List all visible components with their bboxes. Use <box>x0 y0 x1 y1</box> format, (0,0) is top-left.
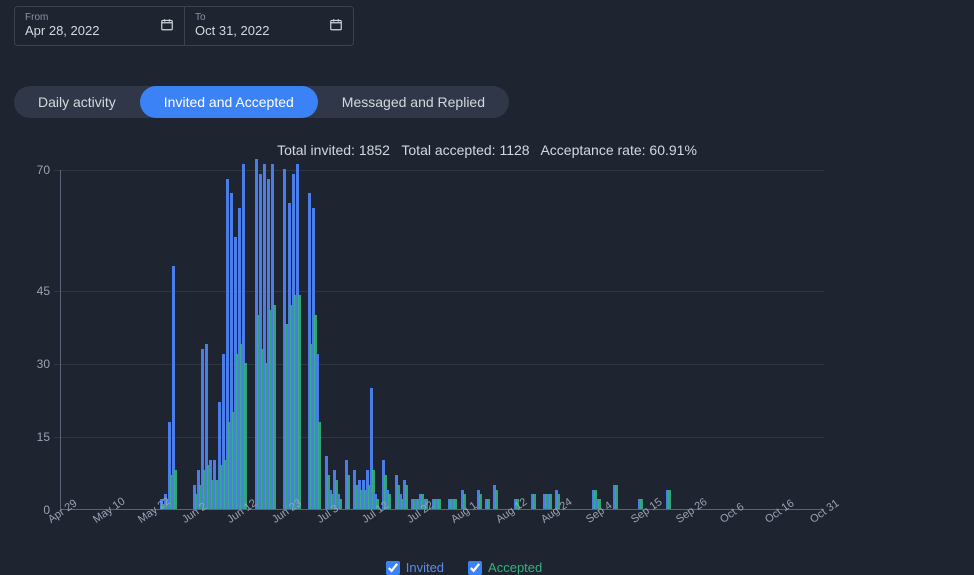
legend-accepted-label: Accepted <box>488 560 542 575</box>
plot-area <box>60 170 822 510</box>
total-accepted-value: 1128 <box>499 142 529 158</box>
legend-accepted-checkbox[interactable] <box>468 561 482 575</box>
y-tick: 30 <box>37 357 50 371</box>
date-range: From Apr 28, 2022 To Oct 31, 2022 <box>0 0 974 52</box>
y-tick: 70 <box>37 163 50 177</box>
x-axis: Apr 29May 10May 22Jun 2Jun 12Jun 23Jul 3… <box>60 512 822 552</box>
bar-accepted <box>347 475 350 509</box>
bar-accepted <box>273 305 276 509</box>
tab-daily-activity[interactable]: Daily activity <box>14 86 140 118</box>
date-to-field[interactable]: To Oct 31, 2022 <box>184 6 354 46</box>
acceptance-rate-value: 60.91% <box>649 142 696 158</box>
summary-stats: Total invited: 1852 Total accepted: 1128… <box>0 142 974 158</box>
bar-accepted <box>405 485 408 509</box>
bar-accepted <box>339 499 342 509</box>
y-axis: 015304570 <box>14 170 54 510</box>
calendar-icon <box>160 18 174 35</box>
bar-accepted <box>438 499 441 509</box>
date-from-label: From <box>25 12 174 23</box>
acceptance-rate-label: Acceptance rate: <box>540 142 645 158</box>
bar-accepted <box>487 499 490 509</box>
total-accepted-label: Total accepted: <box>401 142 495 158</box>
total-invited-value: 1852 <box>359 142 390 158</box>
date-to-label: To <box>195 12 343 23</box>
y-tick: 45 <box>37 284 50 298</box>
bar-accepted <box>668 490 671 509</box>
bar-accepted <box>615 485 618 509</box>
bar-accepted <box>479 494 482 509</box>
bar-accepted <box>298 295 301 509</box>
bar-accepted <box>318 422 321 509</box>
date-from-value: Apr 28, 2022 <box>25 23 174 40</box>
tab-messaged-replied[interactable]: Messaged and Replied <box>318 86 509 118</box>
legend-invited[interactable]: Invited <box>386 560 444 575</box>
bar-accepted <box>174 470 177 509</box>
tab-bar: Daily activity Invited and Accepted Mess… <box>14 86 509 118</box>
bar-accepted <box>454 499 457 509</box>
legend-invited-checkbox[interactable] <box>386 561 400 575</box>
tab-invited-accepted[interactable]: Invited and Accepted <box>140 86 318 118</box>
y-tick: 15 <box>37 430 50 444</box>
total-invited-label: Total invited: <box>277 142 355 158</box>
legend-accepted[interactable]: Accepted <box>468 560 542 575</box>
date-to-value: Oct 31, 2022 <box>195 23 343 40</box>
legend: Invited Accepted <box>14 560 914 575</box>
calendar-icon <box>329 18 343 35</box>
bar-accepted <box>495 490 498 509</box>
legend-invited-label: Invited <box>406 560 444 575</box>
bar-accepted <box>244 363 247 509</box>
bar-accepted <box>533 494 536 509</box>
date-from-field[interactable]: From Apr 28, 2022 <box>14 6 184 46</box>
